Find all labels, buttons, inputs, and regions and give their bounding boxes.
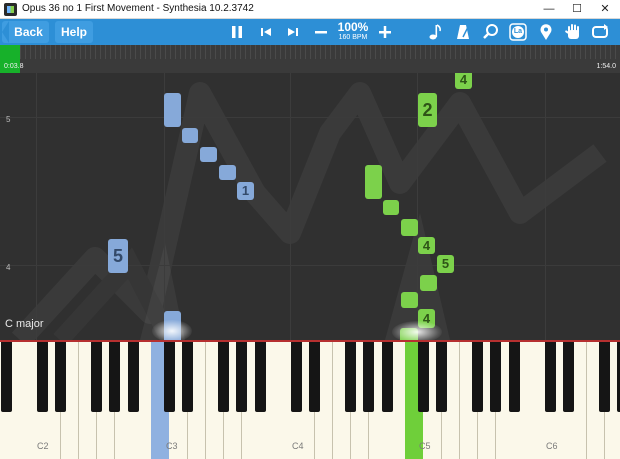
note-blue — [164, 93, 181, 127]
maximize-button[interactable]: ☐ — [563, 0, 591, 18]
note-blue — [182, 128, 198, 143]
skip-forward-icon — [288, 28, 298, 36]
timeline-bar[interactable]: 0:03.8 1:54.0 — [0, 45, 620, 73]
plus-icon — [379, 26, 391, 38]
black-key[interactable] — [599, 342, 611, 412]
grid-line — [545, 73, 546, 340]
loop-icon — [592, 24, 608, 38]
metronome-icon — [457, 25, 469, 39]
speed-display: 100% 160 BPM — [336, 21, 370, 42]
note-green — [401, 292, 418, 308]
black-key[interactable] — [36, 342, 48, 412]
metronome-button[interactable] — [452, 21, 474, 43]
c-label: C5 — [419, 441, 431, 451]
magnifier-icon — [483, 24, 498, 39]
note-blue-finger-1: 1 — [237, 182, 254, 200]
black-key[interactable] — [236, 342, 248, 412]
speed-percent: 100% — [337, 20, 369, 34]
note-blue — [219, 165, 236, 180]
key-labels-button[interactable]: La — [507, 21, 529, 43]
previous-button[interactable] — [255, 21, 277, 43]
black-key[interactable] — [309, 342, 321, 412]
black-key[interactable] — [490, 342, 502, 412]
c-label: C3 — [166, 441, 178, 451]
black-key[interactable] — [218, 342, 230, 412]
location-pin-icon — [540, 24, 552, 40]
toolbar: Back Help 100% 160 BPM La — [0, 19, 620, 45]
close-button[interactable]: ✕ — [591, 0, 619, 18]
title-bar: Opus 36 no 1 First Movement - Synthesia … — [0, 0, 620, 19]
skip-back-icon — [261, 28, 271, 36]
octave-label-5: 5 — [6, 115, 11, 124]
note-green — [383, 200, 399, 215]
hit-sparkle — [392, 321, 442, 340]
app-icon — [4, 3, 17, 16]
black-key[interactable] — [127, 342, 139, 412]
black-key[interactable] — [562, 342, 574, 412]
falling-notes-area: 5 4 1 5 4 2 4 5 4 C major — [0, 73, 620, 340]
black-key[interactable] — [345, 342, 357, 412]
pause-button[interactable] — [226, 21, 248, 43]
back-button[interactable]: Back — [2, 21, 49, 43]
black-key[interactable] — [508, 342, 520, 412]
black-key[interactable] — [182, 342, 194, 412]
black-key[interactable] — [290, 342, 302, 412]
note-green — [401, 219, 418, 236]
note-green-finger-4: 4 — [455, 73, 472, 89]
note-green-finger-5: 5 — [437, 255, 454, 273]
octave-line — [0, 265, 620, 266]
black-key[interactable] — [0, 342, 12, 412]
note-green-finger-2: 2 — [418, 93, 437, 127]
black-key[interactable] — [55, 342, 67, 412]
total-time: 1:54.0 — [596, 63, 616, 70]
next-button[interactable] — [282, 21, 304, 43]
loop-button[interactable] — [589, 21, 611, 43]
black-key[interactable] — [109, 342, 121, 412]
black-key[interactable] — [417, 342, 429, 412]
hands-button[interactable] — [562, 21, 584, 43]
note-green-finger-4: 4 — [418, 237, 435, 254]
background-zigzag — [11, 82, 607, 340]
black-key[interactable] — [363, 342, 375, 412]
hand-icon — [565, 24, 579, 39]
bookmark-button[interactable] — [535, 21, 557, 43]
black-key[interactable] — [436, 342, 447, 412]
c-label: C4 — [292, 441, 304, 451]
c-label: C2 — [37, 441, 49, 451]
black-key[interactable] — [544, 342, 556, 412]
octave-label-4: 4 — [6, 263, 11, 272]
notes-button[interactable] — [424, 21, 446, 43]
grid-line — [36, 73, 37, 340]
note-blue — [200, 147, 217, 162]
note-green — [365, 165, 382, 199]
timeline-ticks — [0, 45, 620, 59]
black-key[interactable] — [91, 342, 103, 412]
black-key[interactable] — [254, 342, 266, 412]
hit-sparkle — [152, 320, 192, 340]
pause-icon — [232, 26, 242, 38]
c-label: C6 — [546, 441, 558, 451]
key-signature: C major — [5, 318, 44, 330]
help-button[interactable]: Help — [55, 21, 93, 43]
black-key[interactable] — [163, 342, 175, 412]
current-time: 0:03.8 — [4, 63, 24, 70]
zoom-button[interactable] — [480, 21, 502, 43]
window-title: Opus 36 no 1 First Movement - Synthesia … — [22, 3, 254, 14]
music-note-icon — [429, 24, 441, 40]
grid-line — [290, 73, 291, 340]
black-key[interactable] — [472, 342, 484, 412]
octave-line — [0, 117, 620, 118]
slower-button[interactable] — [310, 21, 332, 43]
minimize-button[interactable]: — — [535, 0, 563, 18]
note-blue-finger-5: 5 — [108, 239, 128, 273]
faster-button[interactable] — [374, 21, 396, 43]
speed-bpm: 160 BPM — [338, 34, 368, 41]
note-green — [420, 275, 437, 291]
piano-keyboard[interactable]: C2 C3 C4 C5 C6 — [0, 340, 620, 459]
black-key[interactable] — [381, 342, 393, 412]
key-labels-text: La — [513, 28, 523, 35]
minus-icon — [315, 31, 327, 34]
back-label: Back — [14, 25, 43, 39]
